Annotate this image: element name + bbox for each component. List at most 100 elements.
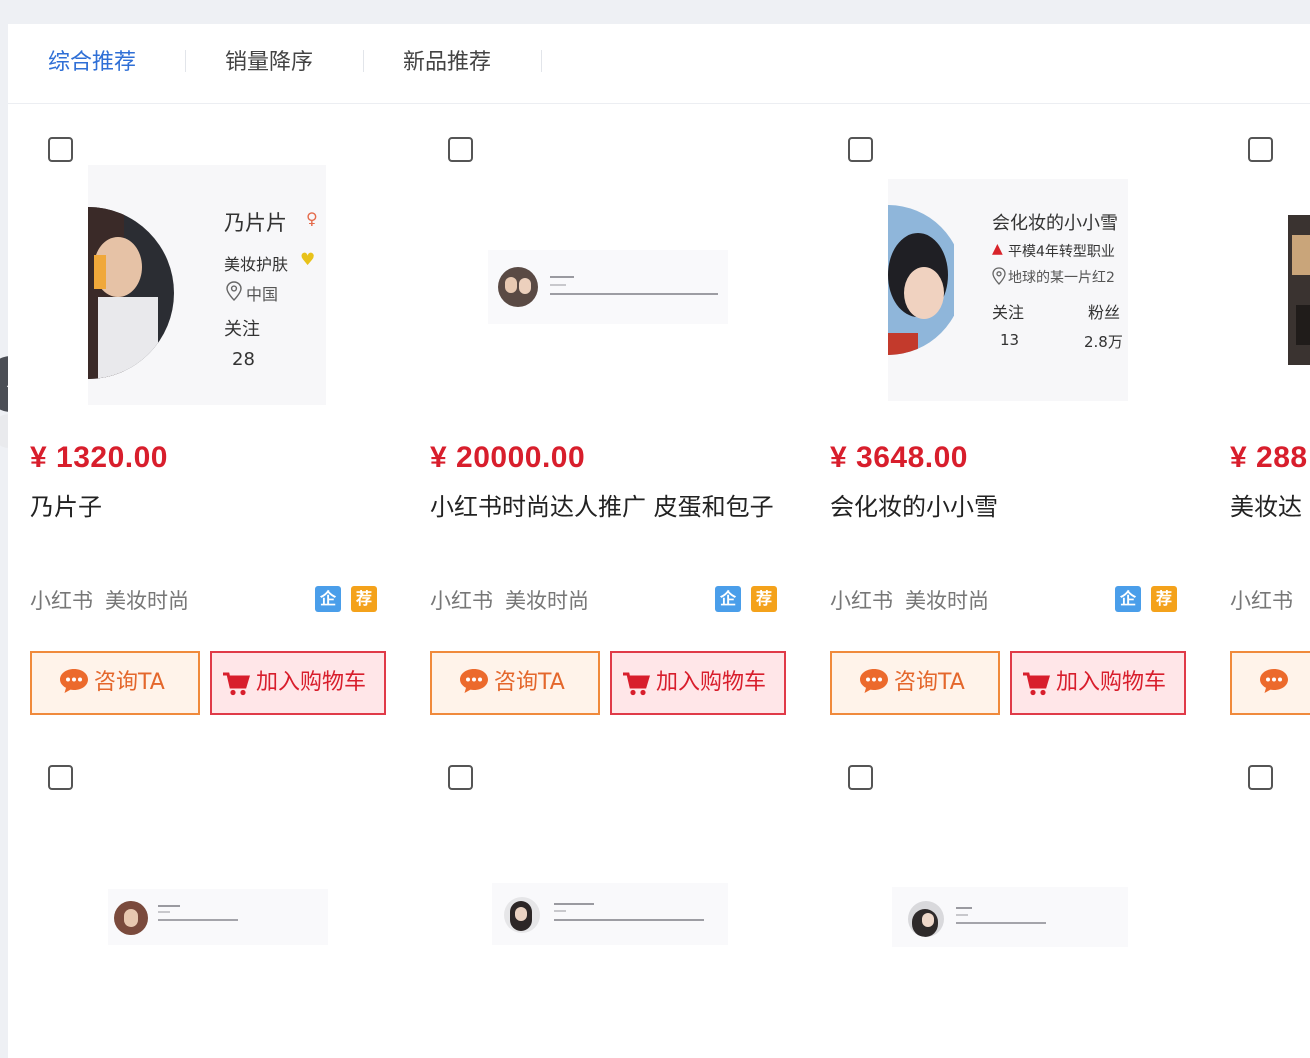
product-meta: 小红书 美妆时尚 bbox=[830, 585, 989, 615]
snapshot-follow-count: 28 bbox=[232, 349, 255, 370]
snapshot-follow-label: 关注 bbox=[992, 303, 1025, 322]
snapshot-location: 中国 bbox=[246, 285, 279, 304]
select-checkbox[interactable] bbox=[48, 137, 73, 162]
select-checkbox[interactable] bbox=[1248, 765, 1273, 790]
product-card[interactable]: ¥ 20000.00 小红书时尚达人推广 皮蛋和包子 小红书 美妆时尚 企 荐 咨… bbox=[408, 105, 808, 733]
avatar-photo bbox=[88, 207, 174, 379]
select-checkbox[interactable] bbox=[48, 765, 73, 790]
select-checkbox[interactable] bbox=[848, 765, 873, 790]
lipstick-icon: ▲ bbox=[992, 241, 1003, 257]
product-thumbnail[interactable] bbox=[892, 887, 1128, 947]
location-icon bbox=[226, 281, 242, 301]
product-price: ¥ 20000.00 bbox=[430, 441, 586, 474]
product-card[interactable] bbox=[1208, 733, 1310, 1058]
snapshot-line bbox=[158, 919, 238, 921]
snapshot-tag: 美妆护肤 bbox=[224, 255, 289, 274]
product-title[interactable]: 乃片子 bbox=[30, 489, 390, 525]
product-card[interactable] bbox=[408, 733, 808, 1058]
recommend-badge: 荐 bbox=[751, 586, 777, 612]
snapshot-line bbox=[956, 914, 968, 916]
snapshot-line bbox=[554, 910, 566, 912]
avatar-photo bbox=[114, 901, 148, 935]
category-tag: 美妆时尚 bbox=[105, 589, 189, 613]
sort-tab-new[interactable]: 新品推荐 bbox=[403, 48, 491, 78]
snapshot-name: 乃片片 bbox=[224, 211, 287, 235]
product-thumbnail[interactable] bbox=[492, 883, 728, 945]
snapshot-line bbox=[158, 905, 180, 907]
snapshot-fans-label: 粉丝 bbox=[1088, 303, 1121, 322]
product-card[interactable] bbox=[8, 733, 408, 1058]
consult-label: 咨询TA bbox=[894, 670, 965, 695]
chat-icon bbox=[60, 669, 88, 693]
sort-tab-recommended[interactable]: 综合推荐 bbox=[48, 48, 136, 78]
cart-icon bbox=[623, 672, 650, 696]
snapshot-follow-label: 关注 bbox=[224, 319, 260, 340]
avatar-photo bbox=[908, 901, 944, 937]
product-card[interactable]: 乃片片 ♀ 美妆护肤 ♥ 中国 关注 28 ¥ 1320.00 乃片子 小红书美… bbox=[8, 105, 408, 733]
avatar-photo bbox=[504, 897, 540, 933]
add-to-cart-button[interactable]: 加入购物车 bbox=[210, 651, 386, 715]
snapshot-line1: 平模4年转型职业 bbox=[1008, 244, 1115, 260]
snapshot-name: 会化妆的小小雪 bbox=[992, 213, 1118, 234]
snapshot-line bbox=[550, 276, 574, 278]
chat-icon bbox=[1260, 669, 1288, 693]
product-card[interactable] bbox=[808, 733, 1208, 1058]
platform-tag: 小红书 bbox=[830, 589, 893, 613]
heart-icon: ♥ bbox=[300, 250, 316, 270]
snapshot-line bbox=[158, 911, 170, 913]
snapshot-line2: 地球的某一片红2 bbox=[1008, 270, 1115, 286]
sort-separator bbox=[541, 50, 542, 72]
cart-icon bbox=[1023, 672, 1050, 696]
avatar-photo bbox=[888, 205, 954, 355]
snapshot-line bbox=[956, 922, 1046, 924]
sort-bar: 综合推荐 销量降序 新品推荐 bbox=[8, 24, 1310, 104]
select-checkbox[interactable] bbox=[448, 765, 473, 790]
recommend-badge: 荐 bbox=[1151, 586, 1177, 612]
consult-button[interactable] bbox=[1230, 651, 1310, 715]
avatar-photo bbox=[498, 267, 538, 307]
recommend-badge: 荐 bbox=[351, 586, 377, 612]
product-title[interactable]: 会化妆的小小雪 bbox=[830, 489, 1190, 525]
select-checkbox[interactable] bbox=[848, 137, 873, 162]
product-meta: 小红书 bbox=[1230, 585, 1293, 615]
product-title[interactable]: 小红书时尚达人推广 皮蛋和包子 bbox=[430, 489, 790, 525]
product-meta: 小红书 美妆时尚 bbox=[430, 585, 589, 615]
product-thumbnail[interactable] bbox=[1288, 215, 1310, 365]
consult-label: 咨询TA bbox=[494, 670, 565, 695]
product-card[interactable]: ¥ 288 美妆达 小红书 bbox=[1208, 105, 1310, 733]
product-title[interactable]: 美妆达 bbox=[1230, 489, 1310, 525]
add-to-cart-button[interactable]: 加入购物车 bbox=[610, 651, 786, 715]
sort-separator bbox=[185, 50, 186, 72]
product-card[interactable]: 会化妆的小小雪 ▲ 平模4年转型职业 地球的某一片红2 关注 粉丝 13 2.8… bbox=[808, 105, 1208, 733]
consult-button[interactable]: 咨询TA bbox=[30, 651, 200, 715]
platform-tag: 小红书 bbox=[30, 589, 93, 613]
snapshot-line bbox=[550, 284, 566, 286]
product-price: ¥ 3648.00 bbox=[830, 441, 968, 474]
cart-label: 加入购物车 bbox=[656, 670, 767, 695]
product-thumbnail[interactable] bbox=[108, 889, 328, 945]
enterprise-badge: 企 bbox=[715, 586, 741, 612]
product-grid: 乃片片 ♀ 美妆护肤 ♥ 中国 关注 28 ¥ 1320.00 乃片子 小红书美… bbox=[8, 105, 1310, 1058]
select-checkbox[interactable] bbox=[1248, 137, 1273, 162]
cart-icon bbox=[223, 672, 250, 696]
snapshot-gender-icon: ♀ bbox=[306, 209, 318, 228]
add-to-cart-button[interactable]: 加入购物车 bbox=[1010, 651, 1186, 715]
product-thumbnail[interactable]: 会化妆的小小雪 ▲ 平模4年转型职业 地球的某一片红2 关注 粉丝 13 2.8… bbox=[888, 179, 1128, 401]
product-thumbnail[interactable]: 乃片片 ♀ 美妆护肤 ♥ 中国 关注 28 bbox=[88, 165, 326, 405]
product-meta: 小红书 美妆时尚 bbox=[30, 585, 189, 615]
product-price: ¥ 288 bbox=[1230, 441, 1308, 474]
consult-button[interactable]: 咨询TA bbox=[430, 651, 600, 715]
product-thumbnail[interactable] bbox=[488, 250, 728, 324]
product-panel: 综合推荐 销量降序 新品推荐 乃片片 ♀ 美妆护肤 ♥ 中国 关注 28 ¥ 1… bbox=[8, 24, 1310, 1058]
platform-tag: 小红书 bbox=[430, 589, 493, 613]
chat-icon bbox=[860, 669, 888, 693]
enterprise-badge: 企 bbox=[315, 586, 341, 612]
consult-button[interactable]: 咨询TA bbox=[830, 651, 1000, 715]
snapshot-line bbox=[550, 293, 718, 295]
platform-tag: 小红书 bbox=[1230, 589, 1293, 613]
snapshot-line bbox=[554, 903, 594, 905]
cart-label: 加入购物车 bbox=[1056, 670, 1167, 695]
snapshot-line bbox=[956, 907, 972, 909]
select-checkbox[interactable] bbox=[448, 137, 473, 162]
sort-tab-sales-desc[interactable]: 销量降序 bbox=[225, 48, 313, 78]
